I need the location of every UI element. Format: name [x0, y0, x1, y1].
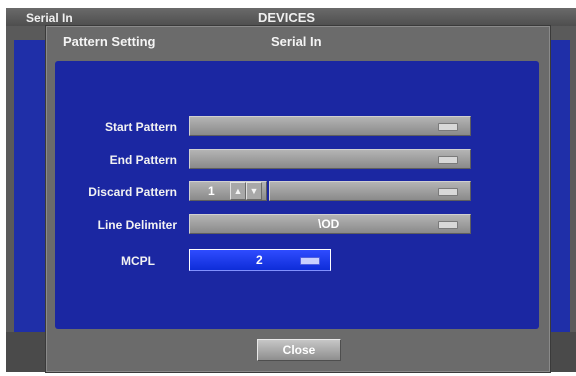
background-title-left: Serial In [26, 11, 73, 25]
keyboard-icon[interactable] [438, 123, 458, 131]
end-pattern-label: End Pattern [109, 153, 177, 167]
end-pattern-field[interactable] [189, 149, 471, 169]
start-pattern-field[interactable] [189, 116, 471, 136]
dialog-subtitle: Serial In [271, 34, 322, 49]
line-delimiter-value: \OD [318, 217, 340, 231]
start-pattern-label: Start Pattern [104, 120, 177, 134]
keyboard-icon[interactable] [438, 156, 458, 164]
line-delimiter-field[interactable]: \OD [189, 214, 471, 234]
close-button[interactable]: Close [257, 339, 341, 361]
discard-pattern-field[interactable] [269, 181, 471, 201]
dialog-title: Pattern Setting [63, 34, 156, 49]
discard-pattern-label: Discard Pattern [88, 185, 177, 199]
mcpl-label: MCPL [121, 254, 155, 268]
dialog-body: Start Pattern End Pattern Discard Patter… [55, 61, 539, 329]
background-title-center: DEVICES [258, 10, 316, 25]
background-titlebar: Serial In DEVICES [6, 8, 576, 26]
keyboard-icon[interactable] [300, 257, 320, 265]
keyboard-icon[interactable] [438, 221, 458, 229]
pattern-setting-dialog: Pattern Setting Serial In Start Pattern … [46, 26, 550, 372]
mcpl-field[interactable]: 2 [189, 249, 331, 271]
discard-pattern-count-stepper[interactable]: 1 ▲ ▼ [189, 181, 267, 201]
dialog-titlebar: Pattern Setting Serial In [47, 27, 549, 55]
mcpl-value: 2 [256, 253, 263, 267]
spin-down-icon[interactable]: ▼ [246, 182, 262, 200]
line-delimiter-label: Line Delimiter [97, 218, 177, 232]
spin-up-icon[interactable]: ▲ [230, 182, 246, 200]
discard-pattern-count: 1 [208, 184, 215, 198]
keyboard-icon[interactable] [438, 188, 458, 196]
